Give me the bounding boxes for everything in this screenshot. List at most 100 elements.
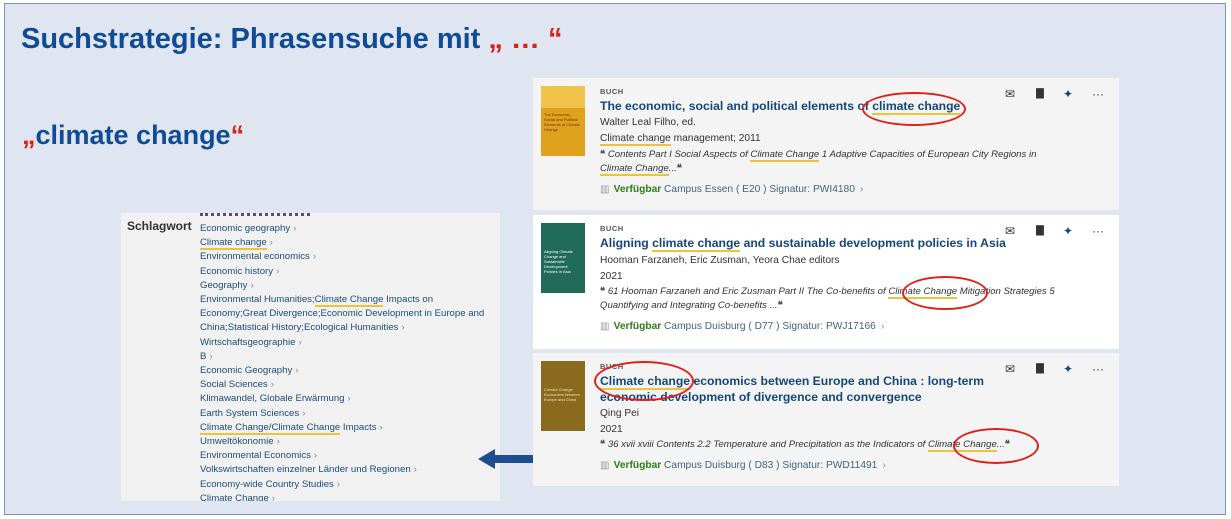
chevron-right-icon: › (298, 336, 302, 348)
availability[interactable]: ▥ Verfügbar Campus Duisburg ( D83 ) Signa… (600, 460, 886, 471)
search-phrase: „climate change“ (22, 120, 244, 151)
subject-item[interactable]: Volkswirtschaften einzelner Länder und R… (200, 463, 492, 477)
availability[interactable]: ▥ Verfügbar Campus Essen ( E20 ) Signatur… (600, 184, 863, 195)
subject-item[interactable]: Environmental Economics › (200, 449, 492, 463)
subject-item[interactable]: Environmental Humanities;Climate Change … (200, 293, 492, 336)
subject-item-label: Economic history (200, 265, 274, 277)
search-result[interactable]: Aligning Climate Change and Sustainable … (533, 215, 1119, 349)
quote-icon: ❝ (600, 439, 606, 450)
snippet-text: Contents Part I Social Aspects of (607, 149, 751, 160)
book-icon: ▥ (600, 321, 610, 332)
snippet-highlight: Climate Change (927, 439, 997, 452)
chevron-right-icon: › (413, 464, 417, 476)
quote-icon: ❝ (777, 300, 783, 311)
subject-item[interactable]: Klimawandel, Globale Erwärmung › (200, 392, 492, 406)
availability-status: Verfügbar (613, 321, 662, 332)
subject-item-highlight: Climate Change/Climate Change (200, 421, 341, 435)
title-highlight: climate change (872, 99, 961, 115)
chevron-right-icon: › (276, 436, 280, 448)
subject-item-label: Klimawandel, Globale Erwärmung (200, 393, 345, 405)
document-icon[interactable]: ▇ (1032, 361, 1048, 377)
quote-icon: ❝ (1004, 439, 1010, 450)
phrase-close-quote: “ (230, 120, 245, 150)
phrase-text: climate change (35, 120, 231, 150)
pin-icon[interactable]: ✦ (1060, 361, 1076, 377)
subject-item-highlight: Climate Change (314, 294, 384, 308)
subject-item[interactable]: Economic Geography › (200, 364, 492, 378)
pin-icon[interactable]: ✦ (1060, 223, 1076, 239)
cover-band (541, 86, 585, 108)
email-icon[interactable]: ✉ (1002, 361, 1018, 377)
book-cover-image[interactable]: Aligning Climate Change and Sustainable … (541, 223, 585, 293)
book-icon: ▥ (600, 460, 610, 471)
title-text: The economic, social and political eleme… (600, 99, 873, 113)
subject-item[interactable]: Climate Change › (200, 492, 492, 501)
chevron-right-icon: › (269, 237, 273, 249)
subject-item-label-rest: Impacts (340, 421, 377, 433)
chevron-right-icon: › (271, 492, 275, 501)
subject-item[interactable]: Wirtschaftsgeographie › (200, 336, 492, 350)
subject-item[interactable]: Climate Change/Climate Change Impacts › (200, 421, 492, 435)
chevron-right-icon: › (880, 321, 885, 332)
email-icon[interactable]: ✉ (1002, 86, 1018, 102)
book-cover-image[interactable]: The Economic, Social and Political Eleme… (541, 86, 585, 156)
subject-item[interactable]: Environmental economics › (200, 250, 492, 264)
chevron-right-icon: › (312, 251, 317, 263)
snippet-text: 36 xvii xviii Contents 2.2 Temperature a… (607, 439, 928, 450)
search-result[interactable]: Climate Change Economics between Europe … (533, 353, 1119, 486)
clipped-item (200, 213, 310, 217)
pin-icon[interactable]: ✦ (1060, 86, 1076, 102)
snippet-highlight: Climate Change (750, 149, 820, 162)
result-type: BUCH (600, 362, 624, 371)
cover-title: Aligning Climate Change and Sustainable … (544, 249, 573, 274)
result-actions: ✉ ▇ ✦ ··· (1002, 223, 1110, 239)
subject-item-label: B (200, 350, 207, 362)
snippet-text: ... (996, 439, 1005, 450)
result-snippet: ❝ Contents Part I Social Aspects of Clim… (600, 148, 1070, 176)
subject-item[interactable]: Umweltökonomie › (200, 435, 492, 449)
subject-item-label: Earth System Sciences (200, 407, 300, 419)
result-title[interactable]: Aligning climate change and sustainable … (600, 235, 1020, 252)
series-highlight: Climate change (600, 133, 671, 146)
result-title[interactable]: The economic, social and political eleme… (600, 98, 995, 115)
result-title[interactable]: Climate change economics between Europe … (600, 373, 1000, 405)
subject-item[interactable]: Social Sciences › (200, 378, 492, 392)
subject-item[interactable]: Economy-wide Country Studies › (200, 478, 492, 492)
subject-item[interactable]: Climate change › (200, 236, 492, 251)
more-icon[interactable]: ··· (1090, 361, 1106, 377)
document-icon[interactable]: ▇ (1032, 223, 1048, 239)
subject-item[interactable]: Geography › (200, 279, 492, 293)
availability-status: Verfügbar (613, 184, 662, 195)
email-icon[interactable]: ✉ (1002, 223, 1018, 239)
subject-item[interactable]: Earth System Sciences › (200, 407, 492, 421)
result-actions: ✉ ▇ ✦ ··· (1002, 86, 1110, 102)
more-icon[interactable]: ··· (1090, 86, 1106, 102)
phrase-open-quote: „ (22, 120, 36, 150)
result-author: Qing Pei (600, 408, 640, 419)
result-actions: ✉ ▇ ✦ ··· (1002, 361, 1110, 377)
snippet-text: 1 Adaptive Capacities of European City R… (819, 149, 1037, 160)
availability[interactable]: ▥ Verfügbar Campus Duisburg ( D77 ) Signa… (600, 321, 884, 332)
subject-item[interactable]: Economic geography › (200, 222, 492, 236)
chevron-right-icon: › (859, 184, 864, 195)
subject-item[interactable]: Economic history › (200, 265, 492, 279)
snippet-highlight: Climate Change (600, 163, 669, 176)
document-icon[interactable]: ▇ (1032, 86, 1048, 102)
cover-title: The Economic, Social and Political Eleme… (544, 112, 580, 132)
title-highlight: Climate change (600, 374, 691, 390)
more-icon[interactable]: ··· (1090, 223, 1106, 239)
book-icon: ▥ (600, 184, 610, 195)
snippet-text: ... (668, 163, 677, 174)
result-type: BUCH (600, 224, 624, 233)
book-cover-image[interactable]: Climate Change Economics between Europe … (541, 361, 585, 431)
subject-item-label: Climate change (200, 237, 267, 251)
search-result[interactable]: The Economic, Social and Political Eleme… (533, 78, 1119, 210)
subject-item[interactable]: B › (200, 350, 492, 364)
subject-item-label: Climate Change (200, 492, 269, 501)
result-author: Hooman Farzaneh, Eric Zusman, Yeora Chae… (600, 255, 840, 266)
chevron-right-icon: › (347, 393, 351, 405)
chevron-right-icon: › (276, 265, 280, 277)
subject-item-label: Umweltökonomie (200, 436, 274, 448)
subject-facet-panel: Schlagwort Economic geography › Climate c… (121, 213, 500, 501)
chevron-right-icon: › (270, 379, 274, 391)
